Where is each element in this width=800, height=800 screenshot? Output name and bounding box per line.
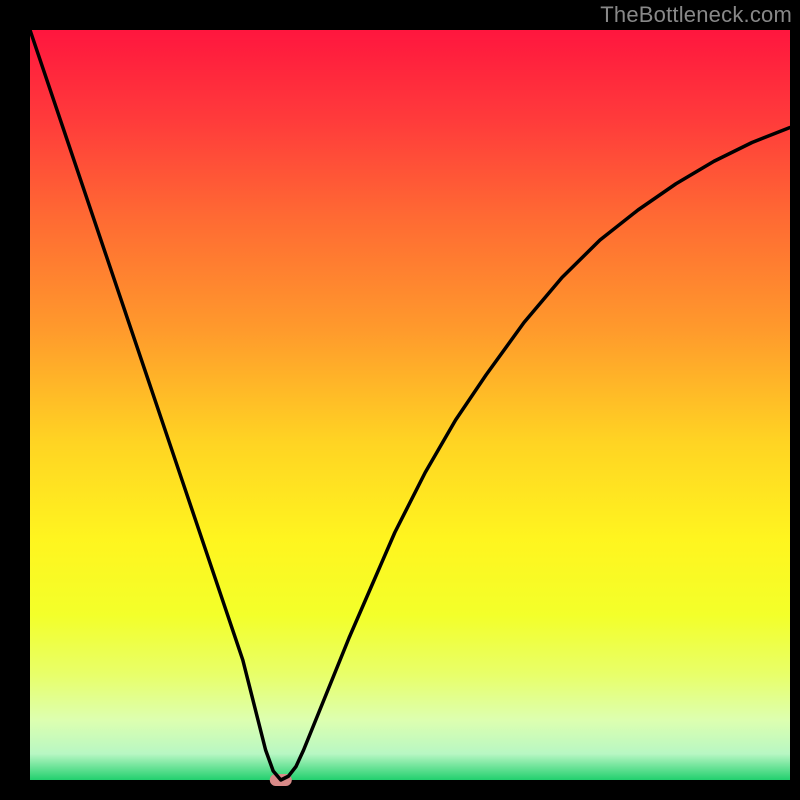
watermark-text: TheBottleneck.com [600, 2, 792, 28]
chart-container: TheBottleneck.com [0, 0, 800, 800]
plot-background [30, 30, 790, 780]
bottleneck-chart [0, 0, 800, 800]
